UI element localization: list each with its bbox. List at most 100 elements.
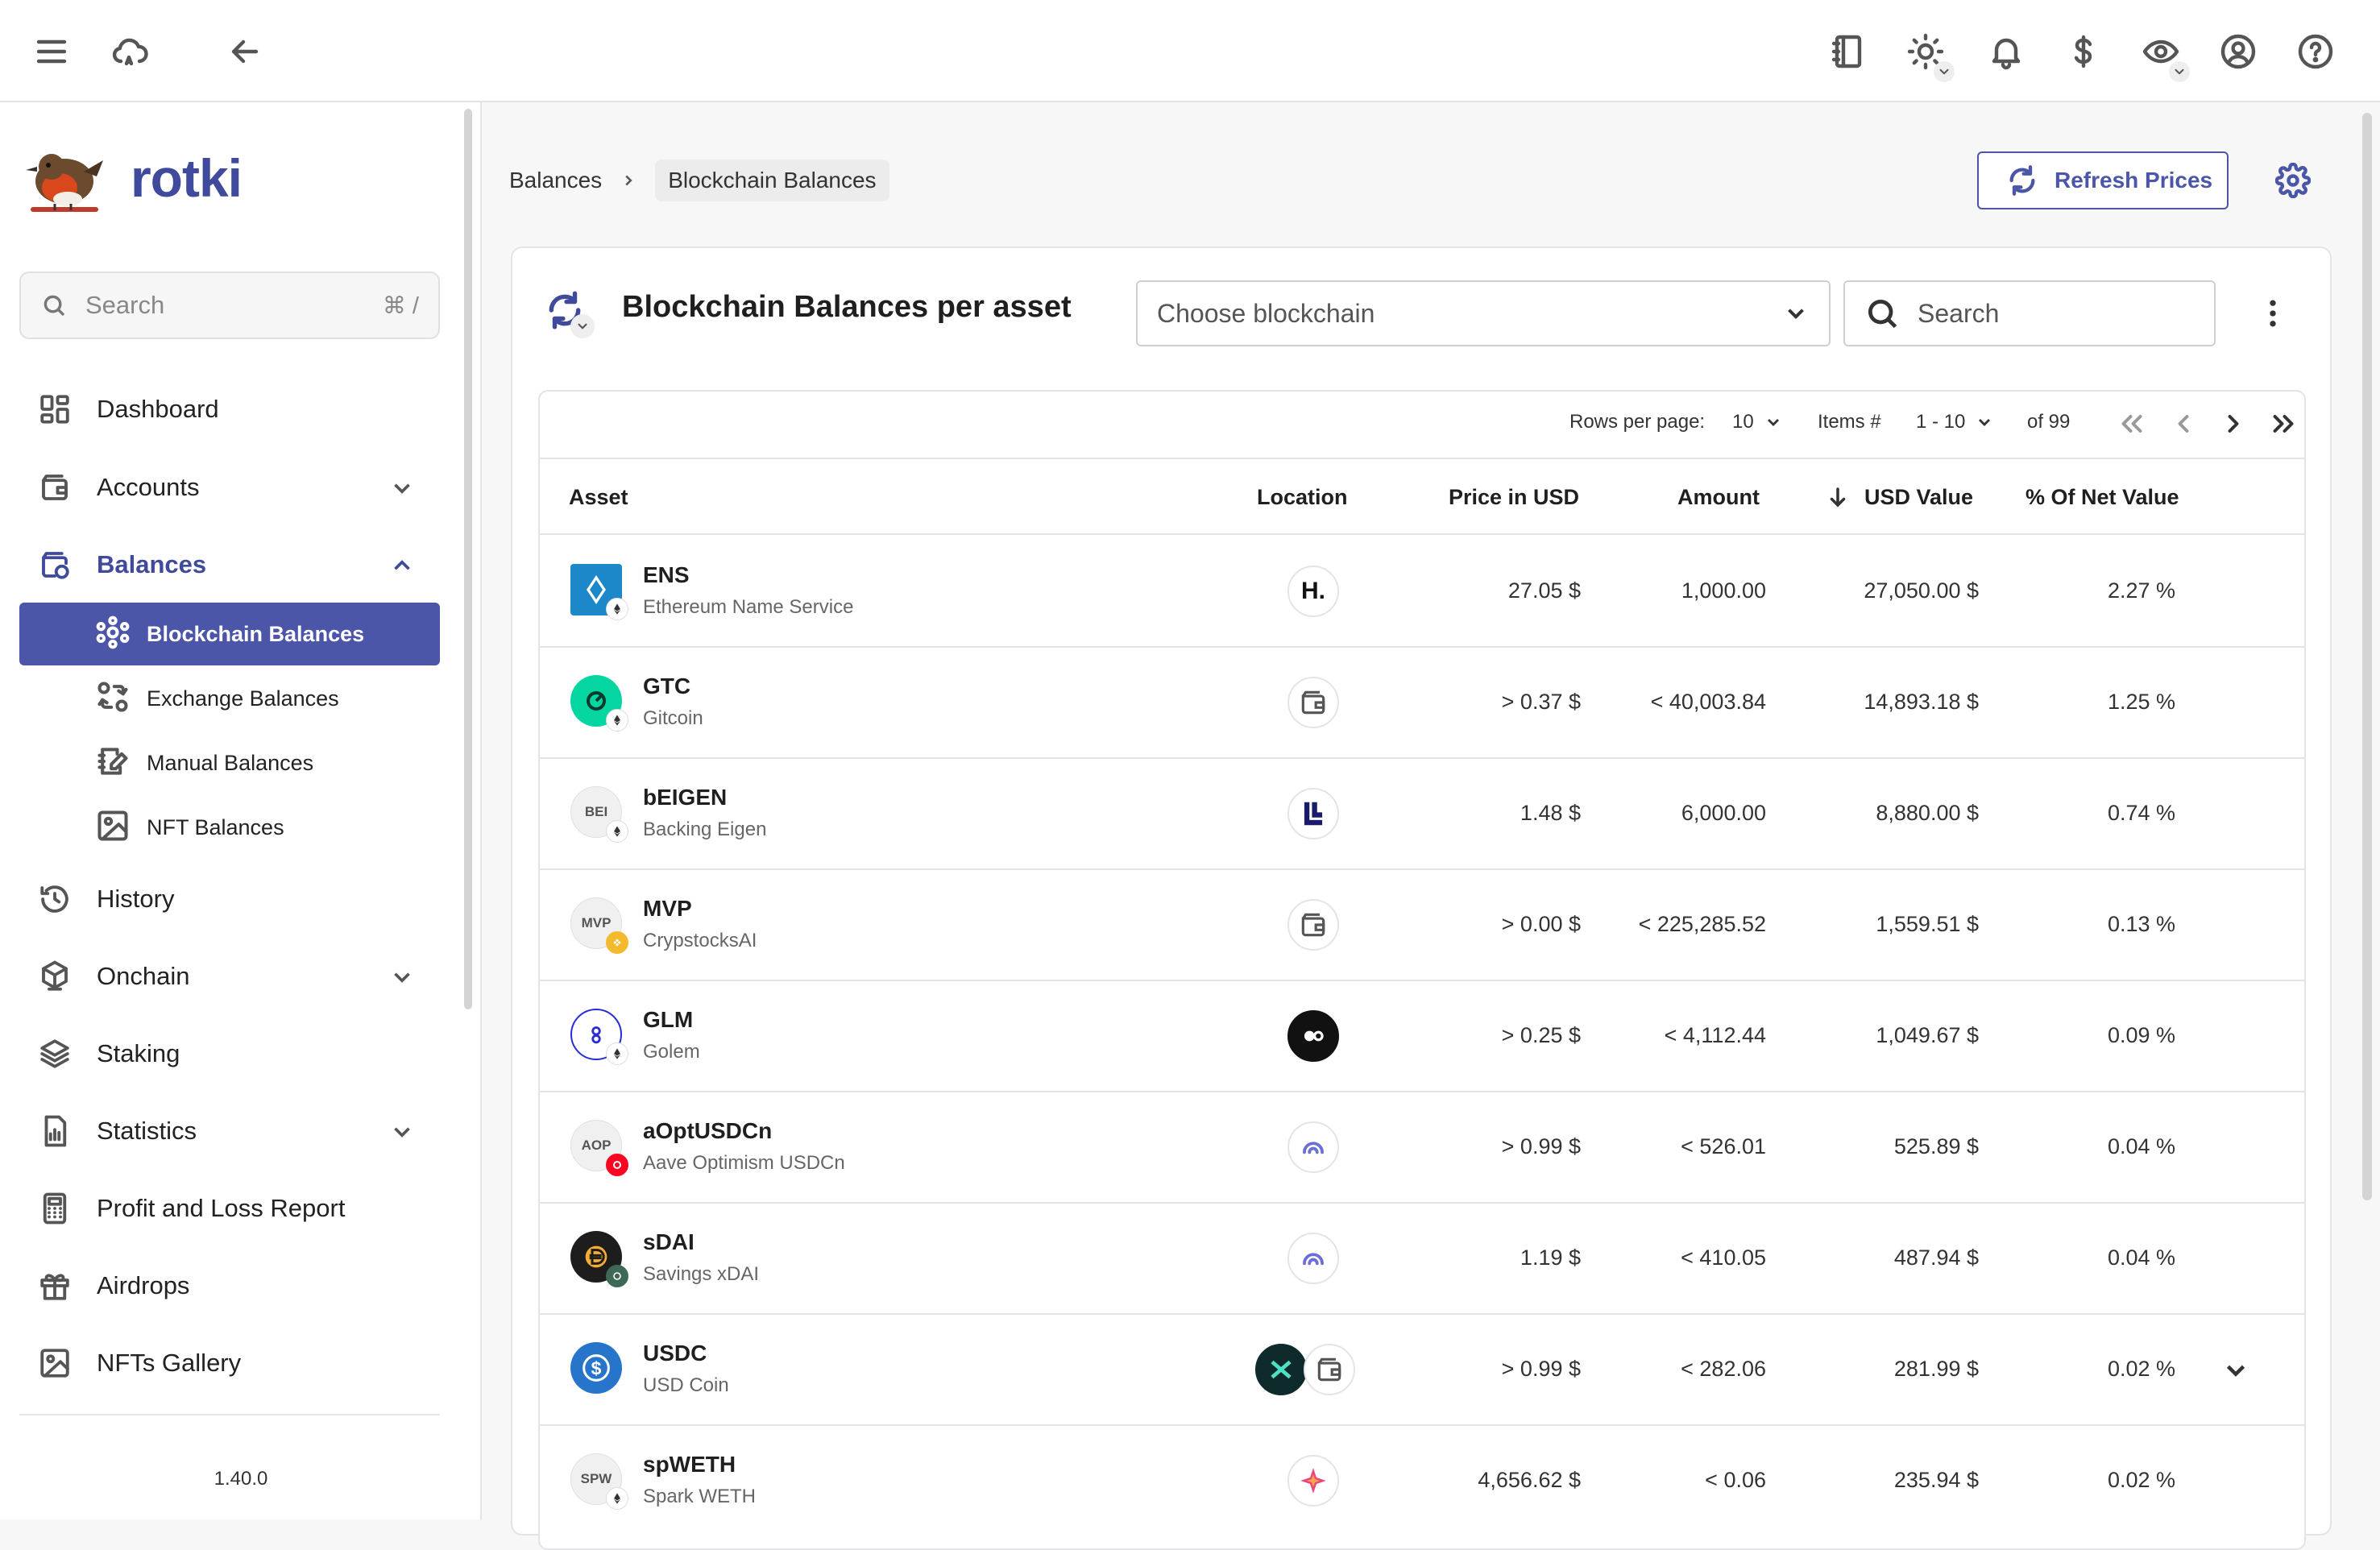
items-range-select[interactable]: 1 - 10 [1916, 406, 1994, 438]
table-row[interactable]: GLM Golem > 0.25 $ < 4,112.44 1,049.67 $… [540, 981, 2304, 1092]
next-page-button[interactable] [2214, 404, 2253, 443]
user-menu-button[interactable] [2212, 26, 2264, 77]
location-spark-icon[interactable] [1287, 1455, 1339, 1506]
sidebar-item-history[interactable]: History [19, 867, 440, 931]
privacy-mode-button[interactable] [2135, 26, 2190, 82]
sidebar-item-statistics[interactable]: Statistics [19, 1099, 440, 1163]
table-header: Asset Location Price in USD Amount USD V… [540, 461, 2304, 535]
location-wallet-icon[interactable] [1287, 677, 1339, 728]
location-wallet-icon[interactable] [1287, 899, 1339, 951]
sidebar-item-staking[interactable]: Staking [19, 1022, 440, 1086]
sidebar-item-profit-and-loss[interactable]: Profit and Loss Report [19, 1176, 440, 1241]
usd-value: 8,880.00 $ [1876, 801, 1979, 825]
breadcrumb-parent[interactable]: Balances [509, 168, 602, 193]
sub-item-label: Manual Balances [147, 750, 314, 775]
ethereum-badge-icon [606, 820, 628, 843]
sidebar-item-label: NFTs Gallery [97, 1349, 242, 1377]
sidebar-item-onchain[interactable]: Onchain [19, 944, 440, 1009]
table-row[interactable]: AOP aOptUSDCn Aave Optimism USDCn > 0.99… [540, 1092, 2304, 1204]
help-button[interactable] [2290, 26, 2341, 77]
refresh-prices-button[interactable]: Refresh Prices [1977, 151, 2229, 209]
sync-cloud-button[interactable] [103, 26, 155, 77]
table-row[interactable]: $ USDC USD Coin > 0.99 $ < 282.06 281.99… [540, 1315, 2304, 1426]
sidebar-item-label: Profit and Loss Report [97, 1194, 346, 1222]
table-row[interactable]: GTC Gitcoin > 0.37 $ < 40,003.84 14,893.… [540, 648, 2304, 759]
location-protocol-icon[interactable] [1287, 1010, 1339, 1062]
location-gauge-icon[interactable] [1287, 1121, 1339, 1173]
refresh-options-caret[interactable] [570, 314, 595, 338]
prev-page-button[interactable] [2164, 404, 2203, 443]
sidebar-item-nft-balances[interactable]: NFT Balances [19, 796, 440, 859]
sidebar-item-label: Statistics [97, 1117, 197, 1145]
chevron-down-icon [1979, 419, 1991, 426]
sort-desc-icon[interactable] [1826, 485, 1850, 509]
notifications-button[interactable] [1980, 26, 2032, 77]
last-page-button[interactable] [2264, 404, 2303, 443]
sidebar-item-blockchain-balances[interactable]: Blockchain Balances [19, 603, 440, 665]
privacy-caret [2169, 61, 2190, 82]
menu-toggle-button[interactable] [26, 26, 77, 77]
sidebar-item-label: Onchain [97, 962, 190, 990]
amount: < 40,003.84 [1650, 690, 1766, 714]
gift-icon [40, 1274, 69, 1300]
cube-icon [42, 960, 68, 991]
chevrons-right-icon [2273, 415, 2294, 433]
table-row[interactable]: BEI bEIGEN Backing Eigen 1.48 $ 6,000.00… [540, 759, 2304, 870]
rows-per-page-select[interactable]: 10 [1732, 406, 1783, 438]
breadcrumb-current: Blockchain Balances [655, 160, 889, 201]
location-eigenlayer-icon[interactable] [1287, 788, 1339, 839]
blockchain-select-placeholder: Choose blockchain [1157, 298, 1375, 328]
sidebar-scrollbar[interactable] [464, 109, 472, 1009]
app-name: rotki [131, 148, 243, 208]
pct-net-value: 2.27 % [2107, 578, 2175, 603]
refresh-balances-button[interactable] [545, 290, 595, 338]
currency-button[interactable] [2058, 26, 2109, 77]
table-row[interactable]: ENS Ethereum Name Service H. 27.05 $ 1,0… [540, 537, 2304, 648]
sidebar-search[interactable]: Search ⌘ / [19, 271, 440, 339]
sidebar-item-dashboard[interactable]: Dashboard [19, 377, 440, 441]
sidebar-item-exchange-balances[interactable]: Exchange Balances [19, 667, 440, 730]
chevron-down-icon [1767, 419, 1779, 426]
amount: < 0.06 [1705, 1468, 1766, 1492]
asset-name: CrypstocksAI [643, 930, 757, 951]
notes-button[interactable] [1822, 26, 1874, 77]
more-options-button[interactable] [2253, 293, 2293, 334]
breadcrumb: Balances Blockchain Balances [509, 158, 889, 203]
sidebar-item-accounts[interactable]: Accounts [19, 455, 440, 520]
table-search-input[interactable]: Search [1843, 280, 2216, 346]
table-row[interactable]: MVP MVP CrypstocksAI > 0.00 $ < 225,285.… [540, 870, 2304, 981]
col-asset[interactable]: Asset [569, 485, 628, 510]
page-settings-button[interactable] [2270, 158, 2316, 203]
col-location[interactable]: Location [1257, 485, 1348, 510]
main-scrollbar[interactable] [2362, 113, 2372, 1200]
col-usd-value[interactable]: USD Value [1864, 485, 1973, 510]
location-gauge-icon[interactable] [1287, 1233, 1339, 1284]
amount: < 282.06 [1681, 1357, 1766, 1381]
asset-symbol: sDAI [643, 1229, 695, 1254]
usd-value: 525.89 $ [1893, 1134, 1979, 1158]
price-usd: > 0.00 $ [1501, 912, 1581, 936]
usd-value: 14,893.18 $ [1864, 690, 1979, 714]
table-row[interactable]: sDAI Savings xDAI 1.19 $ < 410.05 487.94… [540, 1204, 2304, 1315]
app-logo[interactable]: rotki [23, 136, 243, 220]
location-protocol-icon[interactable] [1255, 1344, 1307, 1395]
expand-row-button[interactable] [2220, 1355, 2251, 1386]
sidebar-item-label: Staking [97, 1039, 180, 1067]
col-price[interactable]: Price in USD [1449, 485, 1579, 510]
first-page-button[interactable] [2113, 404, 2151, 443]
col-pct-net-value[interactable]: % Of Net Value [2025, 485, 2179, 510]
sidebar-item-manual-balances[interactable]: Manual Balances [19, 731, 440, 794]
location-wallet-icon[interactable] [1304, 1344, 1355, 1395]
theme-button[interactable] [1900, 26, 1955, 82]
sidebar-item-balances[interactable]: Balances [19, 533, 440, 597]
table-pagination: Rows per page: 10 Items # 1 - 10 of 99 [540, 392, 2304, 459]
location-hyperliquid-icon[interactable]: H. [1287, 566, 1339, 617]
calculator-icon [43, 1192, 67, 1225]
sidebar-item-nfts-gallery[interactable]: NFTs Gallery [19, 1331, 440, 1395]
pct-net-value: 0.02 % [2107, 1357, 2175, 1381]
table-row[interactable]: SPW spWETH Spark WETH 4,656.62 $ < 0.06 … [540, 1426, 2304, 1537]
back-button[interactable] [219, 26, 271, 77]
blockchain-select[interactable]: Choose blockchain [1136, 280, 1831, 346]
col-amount[interactable]: Amount [1677, 485, 1760, 510]
sidebar-item-airdrops[interactable]: Airdrops [19, 1254, 440, 1318]
